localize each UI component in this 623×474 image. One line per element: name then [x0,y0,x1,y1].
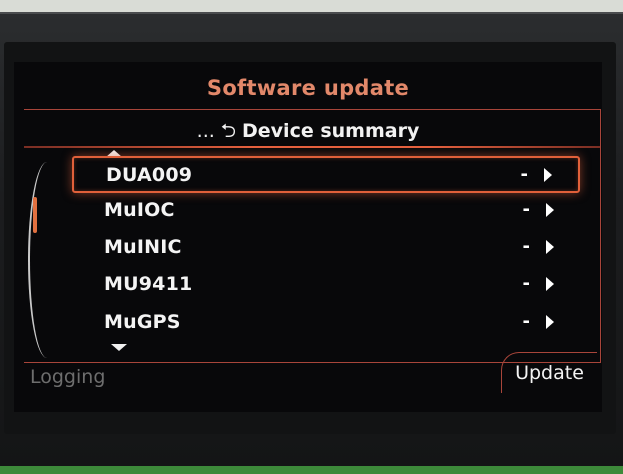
device-row-muinic[interactable]: MuINIC - [72,230,580,263]
device-value: - [522,273,530,294]
device-value: - [522,199,530,220]
play-right-icon [544,167,552,182]
scrollbar-track[interactable] [28,162,66,358]
device-label: MuGPS [104,310,181,333]
device-label: MuIOC [104,198,175,221]
background-strip [0,466,623,474]
device-label: MuINIC [104,235,182,258]
device-value: - [522,236,530,257]
device-row-muioc[interactable]: MuIOC - [72,193,580,226]
page-title: Software update [206,76,410,100]
return-arrow-icon: ⮌ [220,120,237,142]
scrollbar-thumb[interactable] [33,197,37,233]
play-right-icon [546,239,554,254]
logging-button[interactable]: Logging [30,366,105,388]
device-value: - [520,164,528,185]
play-right-icon [546,276,554,291]
device-row-mugps[interactable]: MuGPS - [72,305,580,338]
breadcrumb[interactable]: ... ⮌ Device summary [14,117,602,149]
breadcrumb-label: Device summary [242,120,420,142]
device-row-dua009[interactable]: DUA009 - [72,156,580,193]
device-label: DUA009 [106,163,193,186]
header-divider [24,146,600,148]
breadcrumb-prefix: ... [196,120,215,142]
play-right-icon [546,314,554,329]
device-value: - [522,311,530,332]
triangle-down-icon [111,344,127,351]
mmi-screen: Software update ... ⮌ Device summary DUA00… [14,62,602,412]
device-row-mu9411[interactable]: MU9411 - [72,267,580,300]
update-button[interactable]: Update [501,352,597,393]
device-label: MU9411 [104,272,193,295]
play-right-icon [546,202,554,217]
